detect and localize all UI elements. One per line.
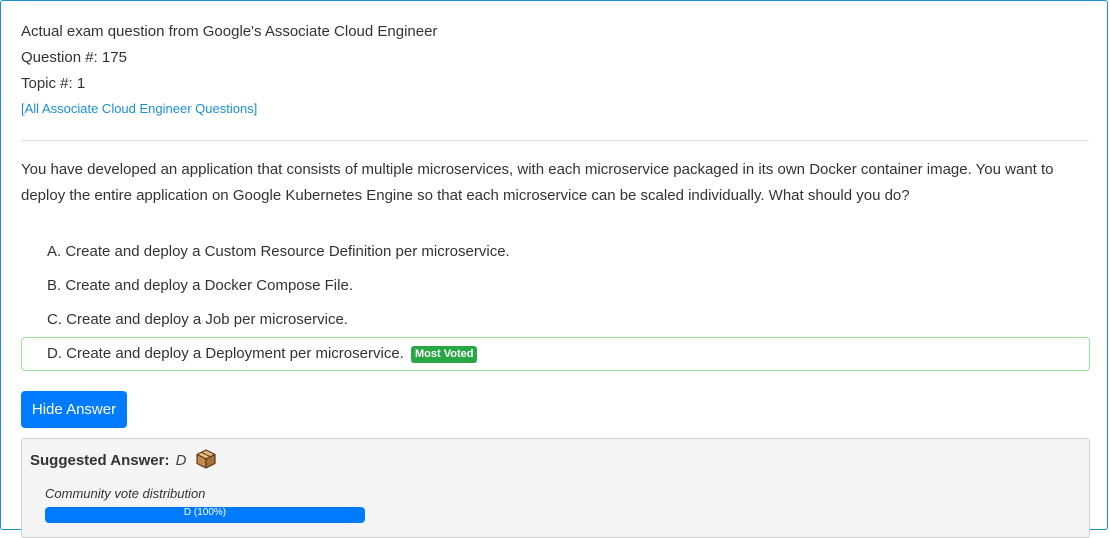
suggested-answer-label: Suggested Answer:: [30, 452, 170, 469]
choice-c-label: C. Create and deploy a Job per microserv…: [47, 311, 348, 328]
choice-b-label: B. Create and deploy a Docker Compose Fi…: [47, 277, 353, 294]
answer-panel: Suggested Answer: D Community vote distr…: [21, 438, 1090, 538]
topic-number: Topic #: 1: [21, 75, 86, 92]
divider: [21, 140, 1089, 141]
choices-list: A. Create and deploy a Custom Resource D…: [21, 235, 1090, 371]
choice-a-label: A. Create and deploy a Custom Resource D…: [47, 243, 510, 260]
vote-distribution-bar: D (100%): [45, 507, 365, 523]
suggested-answer: Suggested Answer: D: [30, 449, 216, 471]
exam-title: Actual exam question from Google's Assoc…: [21, 23, 438, 40]
choice-c[interactable]: C. Create and deploy a Job per microserv…: [21, 303, 1090, 337]
choice-d-label: D. Create and deploy a Deployment per mi…: [47, 345, 404, 362]
all-questions-link[interactable]: [All Associate Cloud Engineer Questions]: [21, 101, 437, 116]
vote-bar-fill: D (100%): [45, 507, 365, 523]
box-icon[interactable]: [196, 449, 216, 469]
question-number: Question #: 175: [21, 49, 127, 66]
question-text: You have developed an application that c…: [21, 161, 1054, 204]
choice-b[interactable]: B. Create and deploy a Docker Compose Fi…: [21, 269, 1090, 303]
question-card: Actual exam question from Google's Assoc…: [0, 0, 1108, 538]
hide-answer-button[interactable]: Hide Answer: [21, 391, 127, 428]
question-header: Actual exam question from Google's Assoc…: [21, 22, 437, 116]
choice-d[interactable]: D. Create and deploy a Deployment per mi…: [21, 337, 1090, 371]
choice-a[interactable]: A. Create and deploy a Custom Resource D…: [21, 235, 1090, 269]
suggested-answer-value: D: [175, 452, 187, 469]
most-voted-badge: Most Voted: [411, 346, 478, 363]
vote-distribution-label: Community vote distribution: [45, 486, 206, 501]
